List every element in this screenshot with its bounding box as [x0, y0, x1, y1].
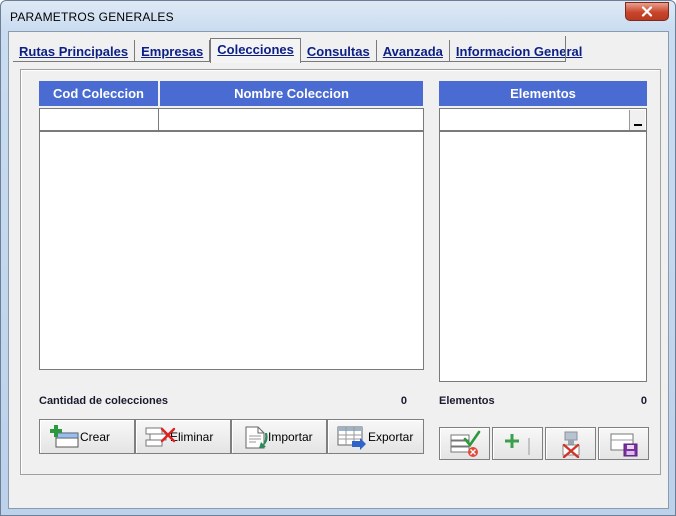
exportar-label: Exportar [368, 429, 414, 444]
crear-button[interactable]: Crear [39, 419, 135, 454]
collections-count-label: Cantidad de colecciones [39, 395, 168, 407]
add-table-icon [50, 424, 79, 447]
elements-select[interactable] [439, 108, 647, 131]
export-table-icon [337, 426, 366, 450]
plus-icon [504, 433, 529, 455]
column-header-nombre-coleccion[interactable]: Nombre Coleccion [160, 81, 423, 106]
column-header-cod-coleccion[interactable]: Cod Coleccion [39, 81, 158, 106]
tab-informacion-general[interactable]: Informacion General [450, 40, 588, 62]
window: PARAMETROS GENERALES Rutas Principales E… [0, 0, 676, 516]
title-bar: PARAMETROS GENERALES [1, 1, 675, 31]
eliminar-label: Eliminar [170, 429, 214, 444]
exportar-button[interactable]: Exportar [327, 419, 424, 454]
remove-element-button[interactable] [545, 427, 596, 460]
collections-count-value: 0 [400, 395, 407, 407]
add-element-button[interactable] [492, 427, 543, 460]
client-area: Rutas Principales Empresas Colecciones C… [8, 31, 669, 509]
dropdown-bar-icon [633, 124, 642, 126]
new-row-nombre-input[interactable] [158, 108, 424, 131]
elements-count-label: Elementos [439, 395, 495, 407]
background-menu-ghost [147, 4, 595, 30]
column-header-elementos[interactable]: Elementos [439, 81, 647, 106]
importar-button[interactable]: Importar [231, 419, 327, 454]
check-list-icon [450, 430, 480, 457]
elements-list[interactable] [439, 131, 647, 382]
check-elements-button[interactable] [439, 427, 490, 460]
delete-table-icon [145, 427, 176, 446]
crear-label: Crear [80, 429, 111, 444]
remove-element-icon [562, 431, 579, 458]
tab-avanzada[interactable]: Avanzada [377, 40, 450, 62]
dropdown-button[interactable] [629, 110, 645, 130]
colecciones-page: Cod Coleccion Nombre Coleccion Elementos… [20, 69, 661, 475]
elements-count-value: 0 [640, 395, 647, 407]
tab-consultas[interactable]: Consultas [301, 40, 377, 62]
eliminar-button[interactable]: Eliminar [135, 419, 231, 454]
importar-label: Importar [268, 429, 313, 444]
new-row-cod-input[interactable] [39, 108, 159, 131]
save-elements-button[interactable] [598, 427, 649, 460]
tab-strip: Rutas Principales Empresas Colecciones C… [13, 36, 588, 63]
close-x-icon [641, 6, 653, 17]
save-icon [610, 433, 637, 456]
tab-colecciones[interactable]: Colecciones [210, 38, 301, 63]
tab-strip-edge [565, 36, 566, 62]
collections-list[interactable] [39, 131, 424, 370]
close-button[interactable] [625, 2, 669, 21]
tab-empresas[interactable]: Empresas [135, 40, 211, 62]
import-document-icon [245, 426, 268, 448]
tab-rutas-principales[interactable]: Rutas Principales [13, 40, 136, 62]
